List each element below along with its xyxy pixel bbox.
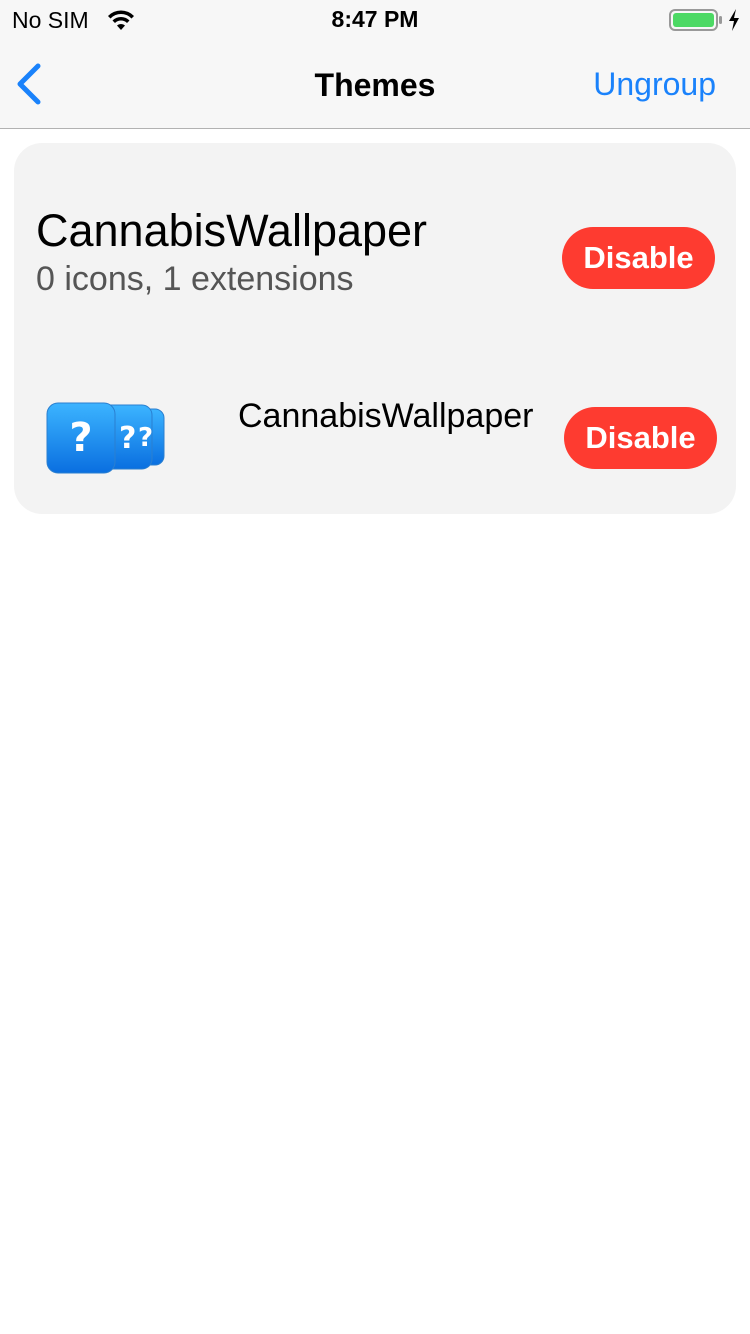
group-subtitle: 0 icons, 1 extensions xyxy=(36,260,354,298)
theme-group-card: CannabisWallpaper 0 icons, 1 extensions … xyxy=(14,143,736,514)
svg-text:?: ? xyxy=(138,423,153,453)
navigation-bar: Themes Ungroup xyxy=(0,40,750,129)
clock: 8:47 PM xyxy=(331,6,419,32)
group-title: CannabisWallpaper xyxy=(36,205,428,256)
disable-group-button[interactable]: Disable xyxy=(562,227,715,289)
theme-item-name: CannabisWallpaper xyxy=(238,397,534,435)
svg-text:?: ? xyxy=(119,421,136,456)
battery-icon xyxy=(669,9,722,31)
svg-text:?: ? xyxy=(69,415,92,461)
status-bar: No SIM 8:47 PM xyxy=(0,0,750,40)
disable-item-button[interactable]: Disable xyxy=(564,407,717,469)
bolt-icon xyxy=(729,9,739,31)
ungroup-button[interactable]: Ungroup xyxy=(593,66,716,103)
question-mark-app-icon: ? ? ? xyxy=(44,401,170,477)
